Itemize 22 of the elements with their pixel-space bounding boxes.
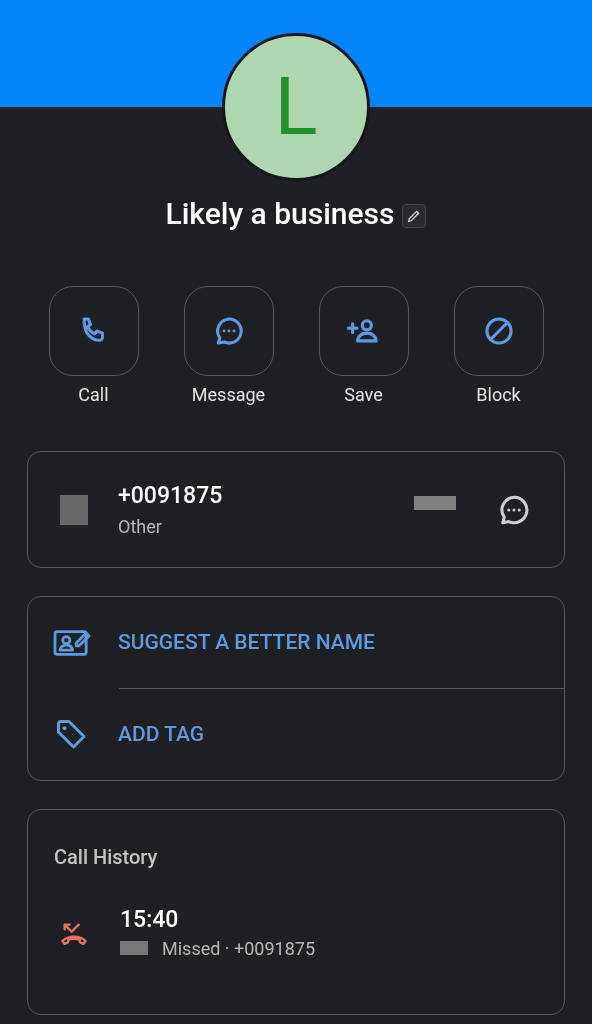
action-button[interactable]: [453, 286, 544, 376]
option-item[interactable]: ADD TAG: [28, 689, 564, 780]
number-type: Other: [118, 515, 163, 540]
action-label: Call: [78, 383, 109, 407]
edit-name-button[interactable]: [402, 203, 427, 228]
phone-number: +0091875: [118, 480, 224, 511]
contact-name: Likely a business: [165, 195, 395, 233]
call-time: 15:40: [120, 906, 180, 935]
call-detail: Missed · +0091875: [162, 936, 316, 961]
action-button[interactable]: [183, 286, 274, 376]
action-label: Save: [344, 383, 383, 407]
action-button[interactable]: [318, 286, 409, 376]
missed-call-icon: [60, 920, 88, 947]
redaction-mark: [60, 494, 88, 525]
redaction-mark: [120, 941, 148, 956]
action-label: Block: [476, 383, 521, 407]
section-title: Call History: [54, 844, 159, 871]
avatar: L: [222, 33, 370, 181]
option-item[interactable]: SUGGEST A BETTER NAME: [28, 597, 564, 688]
action-button[interactable]: [48, 286, 139, 376]
action-label: Message: [191, 383, 266, 407]
redaction-mark: [414, 495, 456, 510]
